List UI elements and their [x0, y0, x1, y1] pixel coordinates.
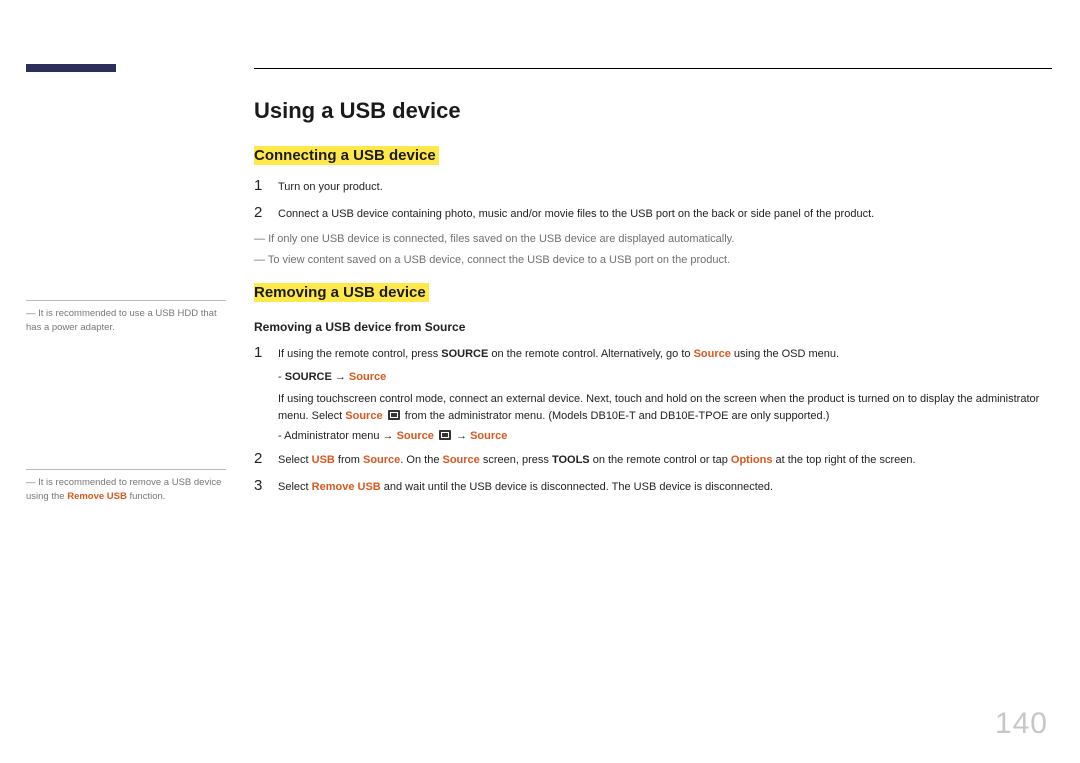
text: Select: [278, 481, 312, 493]
removing-subheading: Removing a USB device from Source: [254, 320, 1064, 334]
text: and wait until the USB device is disconn…: [381, 481, 773, 493]
removing-heading: Removing a USB device: [254, 283, 429, 302]
source-label: Source: [345, 410, 382, 422]
sidebar-note-hdd: ― It is recommended to use a USB HDD tha…: [26, 300, 226, 336]
connect-note-2: To view content saved on a USB device, c…: [254, 252, 1064, 270]
step-text: Select USB from Source. On the Source sc…: [278, 452, 1064, 469]
page-number: 140: [995, 707, 1048, 741]
remove-step-2: 2 Select USB from Source. On the Source …: [254, 450, 1064, 469]
text: - Administrator menu →: [278, 430, 397, 442]
text: -: [278, 371, 285, 383]
touchscreen-note: If using touchscreen control mode, conne…: [278, 391, 1064, 425]
step-number: 2: [254, 204, 278, 221]
text: It is recommended to use a USB HDD that …: [26, 308, 217, 333]
source-keyword: SOURCE: [285, 371, 332, 383]
source-icon: [388, 410, 400, 420]
remove-usb-label: Remove USB: [312, 481, 381, 493]
connect-step-2: 2 Connect a USB device containing photo,…: [254, 204, 1064, 223]
options-label: Options: [731, 454, 773, 466]
accent-bar: [26, 64, 116, 72]
text: from: [335, 454, 363, 466]
text: from the administrator menu. (Models DB1…: [405, 410, 830, 422]
source-label: Source: [363, 454, 400, 466]
step-text: If using the remote control, press SOURC…: [278, 346, 1064, 363]
menu-path-2: - Administrator menu → Source → Source: [278, 429, 1064, 442]
step-text: Connect a USB device containing photo, m…: [278, 206, 1064, 223]
connect-step-1: 1 Turn on your product.: [254, 177, 1064, 196]
source-label: Source: [470, 430, 507, 442]
text: on the remote control or tap: [590, 454, 731, 466]
text: using the OSD menu.: [731, 348, 839, 360]
source-label: Source: [349, 371, 386, 383]
usb-label: USB: [312, 454, 335, 466]
sidebar-note-remove: ― It is recommended to remove a USB devi…: [26, 469, 226, 505]
text: Select: [278, 454, 312, 466]
text: function.: [127, 491, 166, 502]
source-keyword: SOURCE: [441, 348, 488, 360]
connecting-heading: Connecting a USB device: [254, 146, 439, 165]
text: . On the: [400, 454, 442, 466]
content-column: Using a USB device Connecting a USB devi…: [254, 98, 1064, 505]
remove-step-3: 3 Select Remove USB and wait until the U…: [254, 477, 1064, 496]
connect-note-1: If only one USB device is connected, fil…: [254, 231, 1064, 249]
remove-step-1: 1 If using the remote control, press SOU…: [254, 344, 1064, 363]
text: on the remote control. Alternatively, go…: [488, 348, 693, 360]
source-label: Source: [443, 454, 480, 466]
step-number: 1: [254, 177, 278, 194]
source-icon: [439, 430, 451, 440]
arrow: →: [332, 371, 349, 383]
source-label: Source: [397, 430, 434, 442]
step-text: Turn on your product.: [278, 179, 1064, 196]
step-number: 3: [254, 477, 278, 494]
text: screen, press: [480, 454, 552, 466]
section-connecting: Connecting a USB device 1 Turn on your p…: [254, 146, 1064, 269]
source-label: Source: [694, 348, 731, 360]
arrow: →: [453, 430, 470, 442]
step-number: 1: [254, 344, 278, 361]
manual-page: Using a USB device Connecting a USB devi…: [0, 0, 1080, 763]
text: If using the remote control, press: [278, 348, 441, 360]
tools-keyword: TOOLS: [552, 454, 590, 466]
remove-usb-label: Remove USB: [67, 491, 127, 502]
top-rule: [254, 68, 1052, 69]
menu-path-1: - SOURCE → Source: [278, 371, 1064, 383]
step-number: 2: [254, 450, 278, 467]
page-title: Using a USB device: [254, 98, 1064, 124]
step-text: Select Remove USB and wait until the USB…: [278, 479, 1064, 496]
section-removing: Removing a USB device Removing a USB dev…: [254, 283, 1064, 496]
text: at the top right of the screen.: [772, 454, 915, 466]
